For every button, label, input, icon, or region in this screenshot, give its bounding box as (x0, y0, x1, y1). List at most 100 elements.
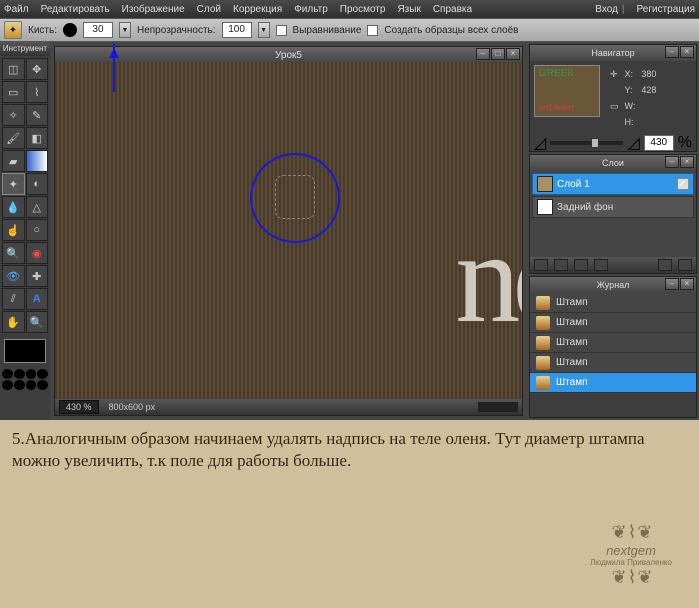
navigator-title: Навигатор (591, 48, 634, 58)
zoom-in-icon[interactable]: ◿ (627, 133, 639, 153)
brush-label: Кисть: (28, 25, 57, 36)
status-bar: 430 % 800x600 px (55, 399, 522, 415)
hand-tool[interactable]: ✋ (2, 311, 25, 333)
menu-view[interactable]: Просмотр (340, 4, 386, 15)
align-checkbox[interactable] (276, 25, 287, 36)
hist-min[interactable]: – (665, 278, 679, 290)
menu-layer[interactable]: Слой (197, 4, 221, 15)
marquee-tool[interactable]: ▭ (2, 81, 25, 103)
layer-row[interactable]: Слой 1✓ (532, 173, 694, 195)
layers-min[interactable]: – (665, 156, 679, 168)
visibility-toggle[interactable]: ✓ (677, 178, 689, 190)
document-window: Урок5 –□× ne 430 % 800x600 px (54, 46, 523, 416)
options-bar: ✦ Кисть: 30 ▼ Непрозрачность: 100 ▼ Выра… (0, 18, 699, 42)
redeye-tool[interactable]: ◉ (26, 242, 49, 264)
history-item[interactable]: Штамп (530, 373, 696, 393)
type-tool[interactable]: A (26, 288, 49, 310)
lasso-tool[interactable]: ⌇ (26, 81, 49, 103)
merge-button[interactable] (658, 259, 672, 271)
brush-preview-icon (63, 23, 77, 37)
menu-help[interactable]: Справка (433, 4, 472, 15)
fill-tool[interactable]: ▰ (2, 150, 25, 172)
nav-zoom-input[interactable]: 430 (644, 135, 674, 151)
minimize-button[interactable]: – (476, 48, 490, 60)
sharpen-tool[interactable]: △ (26, 196, 49, 218)
canvas-text: ne (455, 203, 522, 353)
blur-tool[interactable]: 💧 (2, 196, 25, 218)
new-layer-button[interactable] (534, 259, 548, 271)
heal-tool[interactable]: ✚ (26, 265, 49, 287)
align-label: Выравнивание (293, 25, 362, 36)
layers-title: Слои (602, 158, 624, 168)
maximize-button[interactable]: □ (491, 48, 505, 60)
register-link[interactable]: Регистрация (637, 4, 695, 15)
navigator-panel: Навигатор –× GREEK text belter ✛X:380 Y:… (529, 44, 697, 152)
sponge-tool[interactable]: ○ (26, 219, 49, 241)
brush-size-input[interactable]: 30 (83, 22, 113, 38)
zoom-out-icon[interactable]: ◿ (534, 133, 546, 153)
document-titlebar[interactable]: Урок5 –□× (55, 47, 522, 63)
annotation-arrow (113, 44, 115, 92)
canvas[interactable]: ne (55, 63, 522, 399)
opacity-dropdown[interactable]: ▼ (258, 22, 270, 38)
hscroll[interactable] (478, 402, 518, 412)
close-button[interactable]: × (506, 48, 520, 60)
pencil-tool[interactable]: ✎ (26, 104, 49, 126)
hist-close[interactable]: × (680, 278, 694, 290)
history-item[interactable]: Штамп (530, 313, 696, 333)
crop-tool[interactable]: ◫ (2, 58, 25, 80)
eraser-tool[interactable]: ◧ (26, 127, 49, 149)
layers-panel: Слои –× Слой 1✓ Задний фон (529, 154, 697, 274)
stamp-icon (536, 316, 550, 330)
menu-file[interactable]: Файл (4, 4, 29, 15)
swatch-grid[interactable] (2, 369, 48, 390)
brush-dropdown[interactable]: ▼ (119, 22, 131, 38)
color-swatch[interactable] (4, 339, 46, 363)
eye-tool[interactable]: 👁 (2, 265, 25, 287)
sample-label: Создать образцы всех слоёв (384, 25, 518, 36)
zoom-slider[interactable] (550, 141, 623, 145)
delete-layer-button[interactable] (678, 259, 692, 271)
sample-checkbox[interactable] (367, 25, 378, 36)
up-button[interactable] (574, 259, 588, 271)
gradient-tool[interactable] (26, 150, 49, 172)
brush-tool[interactable]: 🖌 (2, 127, 25, 149)
layers-footer (530, 257, 696, 273)
replace-tool[interactable]: ◐ (26, 173, 49, 195)
stamp-icon (536, 376, 550, 390)
down-button[interactable] (594, 259, 608, 271)
menu-image[interactable]: Изображение (122, 4, 185, 15)
history-item[interactable]: Штамп (530, 293, 696, 313)
history-title: Журнал (597, 280, 630, 290)
tutorial-caption: 5.Аналогичным образом начинаем удалять н… (0, 420, 699, 480)
history-item[interactable]: Штамп (530, 333, 696, 353)
zoom-tool[interactable]: 🔍 (26, 311, 49, 333)
nav-close[interactable]: × (680, 46, 694, 58)
menu-lang[interactable]: Язык (397, 4, 420, 15)
history-panel: Журнал –× Штамп Штамп Штамп Штамп Штамп (529, 276, 697, 418)
layers-close[interactable]: × (680, 156, 694, 168)
dup-layer-button[interactable] (554, 259, 568, 271)
tool-panel: Инструмент ◫✥ ▭⌇ ✧✎ 🖌◧ ▰ ✦◐ 💧△ ☝○ 🔍◉ 👁✚ … (0, 42, 50, 420)
nav-min[interactable]: – (665, 46, 679, 58)
menubar: Файл Редактировать Изображение Слой Корр… (0, 0, 699, 18)
picker-tool[interactable]: ⫽ (2, 288, 25, 310)
coords-readout: ✛X:380 Y:428 ▭W: H: (606, 65, 660, 131)
navigator-thumb[interactable]: GREEK text belter (534, 65, 600, 117)
dodge-tool[interactable]: 🔍 (2, 242, 25, 264)
document-title: Урок5 (275, 50, 302, 61)
smudge-tool[interactable]: ☝ (2, 219, 25, 241)
menu-filter[interactable]: Фильтр (294, 4, 328, 15)
login-link[interactable]: Вход (595, 4, 618, 15)
zoom-readout: 430 % (59, 400, 99, 414)
menu-edit[interactable]: Редактировать (41, 4, 110, 15)
history-item[interactable]: Штамп (530, 353, 696, 373)
wand-tool[interactable]: ✧ (2, 104, 25, 126)
layer-row[interactable]: Задний фон (532, 196, 694, 218)
menu-adjust[interactable]: Коррекция (233, 4, 282, 15)
clone-stamp-tool[interactable]: ✦ (2, 173, 25, 195)
stamp-icon (536, 356, 550, 370)
stamp-icon (536, 336, 550, 350)
move-tool[interactable]: ✥ (26, 58, 49, 80)
opacity-input[interactable]: 100 (222, 22, 252, 38)
